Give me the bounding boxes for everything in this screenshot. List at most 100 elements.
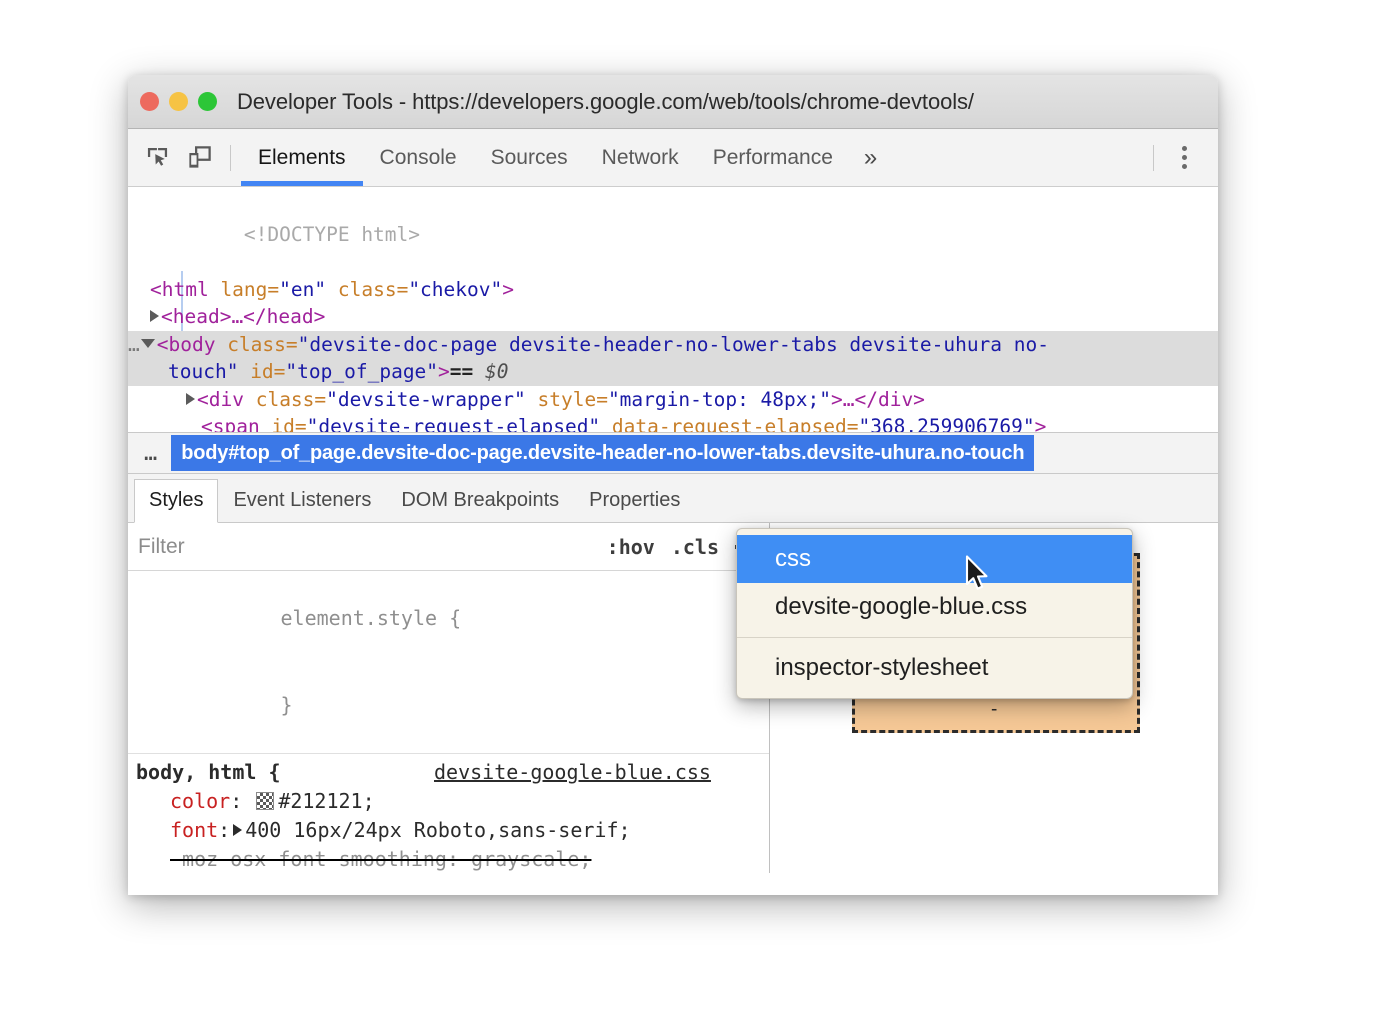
- more-tabs-chevron-icon[interactable]: »: [850, 129, 891, 186]
- css-origin-link[interactable]: devsite-google-blue.css: [434, 758, 711, 787]
- collapse-triangle-icon[interactable]: [141, 339, 155, 348]
- dom-html-attr2: class=: [326, 278, 408, 301]
- dom-span-id-name: id=: [260, 415, 307, 432]
- dom-span-id-val: "devsite-request-elapsed": [307, 415, 601, 432]
- window-controls: [140, 92, 217, 111]
- css-declaration-inactive[interactable]: -moz-osx-font-smoothing: grayscale;: [136, 845, 769, 873]
- toolbar-right-group: [1143, 129, 1218, 186]
- dom-body-id-name: id=: [238, 360, 285, 383]
- sidebar-tabs: Styles Event Listeners DOM Breakpoints P…: [128, 474, 1218, 523]
- css-property-name[interactable]: -moz-osx-font-smoothing: [170, 847, 447, 871]
- menu-item-devsite-google-blue[interactable]: devsite-google-blue.css: [737, 583, 1132, 631]
- dom-body-class-val-1: "devsite-doc-page devsite-header-no-lowe…: [298, 333, 1049, 356]
- breadcrumb: … body#top_of_page.devsite-doc-page.devs…: [128, 432, 1218, 474]
- dom-body-close: >: [438, 360, 450, 383]
- dom-span-close: >: [1035, 415, 1047, 432]
- filter-input[interactable]: Filter: [128, 535, 185, 559]
- css-selector[interactable]: element.style {: [281, 606, 462, 630]
- css-selector-body[interactable]: body: [136, 760, 184, 784]
- expand-triangle-icon[interactable]: [150, 310, 159, 322]
- color-swatch-icon[interactable]: [256, 792, 274, 810]
- dom-body-class-val-2: touch": [168, 360, 238, 383]
- dom-div-class-val: "devsite-wrapper": [326, 388, 526, 411]
- dom-body-class-name: class=: [215, 333, 297, 356]
- close-button[interactable]: [140, 92, 159, 111]
- css-rule-close-brace: }: [136, 662, 769, 749]
- vertical-dots-icon[interactable]: [1164, 138, 1204, 178]
- css-rule-element-style[interactable]: element.style { }: [128, 571, 769, 754]
- css-property-value[interactable]: #212121;: [278, 789, 374, 813]
- tab-network[interactable]: Network: [585, 129, 696, 186]
- tab-performance[interactable]: Performance: [696, 129, 850, 186]
- dom-body-tag: <body: [157, 333, 216, 356]
- dom-row[interactable]: <div class="devsite-wrapper" style="marg…: [128, 386, 1218, 414]
- dom-row[interactable]: <html lang="en" class="chekov">: [128, 276, 1218, 304]
- css-property-name[interactable]: color: [170, 789, 230, 813]
- tab-elements[interactable]: Elements: [241, 129, 363, 186]
- tab-dom-breakpoints[interactable]: DOM Breakpoints: [386, 479, 574, 523]
- dom-html-close: >: [502, 278, 514, 301]
- dom-div-style-val: "margin-top: 48px;": [608, 388, 831, 411]
- minimize-button[interactable]: [169, 92, 188, 111]
- dom-body-dollar: $0: [485, 360, 508, 383]
- dom-span-attr-val: "368.259906769": [858, 415, 1034, 432]
- cls-toggle-button[interactable]: .cls: [671, 535, 719, 559]
- dom-div-tag: <div: [197, 388, 244, 411]
- tab-console[interactable]: Console: [363, 129, 474, 186]
- inspect-cursor-icon[interactable]: [136, 137, 178, 179]
- css-property-value[interactable]: grayscale;: [471, 847, 591, 871]
- window-title: Developer Tools - https://developers.goo…: [237, 89, 974, 115]
- dom-div-rest: >…</div>: [831, 388, 925, 411]
- css-declaration[interactable]: font:400 16px/24px Roboto,sans-serif;: [136, 816, 769, 845]
- dom-html-val2: "chekov": [408, 278, 502, 301]
- dom-span-attr-name: data-request-elapsed=: [600, 415, 858, 432]
- dom-row[interactable]: <head>…</head>: [128, 303, 1218, 331]
- dom-html-tag: <html: [150, 278, 209, 301]
- window-titlebar: Developer Tools - https://developers.goo…: [128, 75, 1218, 129]
- dom-span-tag: <span: [201, 415, 260, 432]
- tab-styles[interactable]: Styles: [134, 479, 218, 523]
- maximize-button[interactable]: [198, 92, 217, 111]
- dom-body-id-val: "top_of_page": [285, 360, 438, 383]
- dom-html-attr1: lang=: [209, 278, 279, 301]
- dom-body-eq: ==: [450, 360, 473, 383]
- panel-tabs: Elements Console Sources Network Perform…: [241, 129, 891, 186]
- expand-triangle-icon[interactable]: [186, 393, 195, 405]
- devtools-window: Developer Tools - https://developers.goo…: [128, 75, 1218, 895]
- css-property-value[interactable]: 400 16px/24px Roboto,sans-serif;: [245, 818, 630, 842]
- css-selector-row[interactable]: body, html { devsite-google-blue.css: [136, 758, 769, 787]
- dom-row[interactable]: <span id="devsite-request-elapsed" data-…: [128, 413, 1218, 432]
- dom-ellipsis[interactable]: …: [128, 333, 141, 356]
- tab-event-listeners[interactable]: Event Listeners: [218, 479, 386, 523]
- device-toolbar-icon[interactable]: [178, 137, 220, 179]
- dom-row[interactable]: <!DOCTYPE html>: [128, 193, 1218, 276]
- dom-tree[interactable]: <!DOCTYPE html> <html lang="en" class="c…: [128, 187, 1218, 432]
- dom-head-line: <head>…</head>: [161, 305, 325, 328]
- breadcrumb-selected-node[interactable]: body#top_of_page.devsite-doc-page.devsit…: [171, 435, 1034, 471]
- tab-sources[interactable]: Sources: [474, 129, 585, 186]
- css-selector-row[interactable]: element.style {: [136, 575, 769, 662]
- expand-shorthand-triangle-icon[interactable]: [233, 824, 242, 836]
- stylesheet-dropdown-menu[interactable]: css devsite-google-blue.css inspector-st…: [736, 528, 1133, 699]
- menu-item-css[interactable]: css: [737, 535, 1132, 583]
- styles-filter-bar: Filter :hov .cls: [128, 523, 769, 571]
- box-model-margin-bottom[interactable]: -: [991, 699, 997, 721]
- toolbar-divider-right: [1153, 145, 1154, 171]
- toolbar-divider: [230, 145, 231, 171]
- css-declaration[interactable]: color: #212121;: [136, 787, 769, 816]
- dom-row-selected[interactable]: … <body class="devsite-doc-page devsite-h…: [128, 331, 1218, 386]
- css-rule-body-html[interactable]: body, html { devsite-google-blue.css colo…: [128, 754, 769, 873]
- menu-divider: [737, 637, 1132, 638]
- css-selector-brace: {: [256, 760, 280, 784]
- styles-pane: Filter :hov .cls element.style { }: [128, 523, 770, 873]
- dom-html-val1: "en": [279, 278, 326, 301]
- devtools-toolbar: Elements Console Sources Network Perform…: [128, 129, 1218, 187]
- css-property-name[interactable]: font: [170, 818, 218, 842]
- hov-toggle-button[interactable]: :hov: [607, 535, 655, 559]
- css-selector-comma: ,: [184, 760, 208, 784]
- css-selector-html[interactable]: html: [208, 760, 256, 784]
- menu-item-inspector-stylesheet[interactable]: inspector-stylesheet: [737, 644, 1132, 692]
- breadcrumb-overflow-ellipsis[interactable]: …: [128, 441, 171, 466]
- tab-properties[interactable]: Properties: [574, 479, 695, 523]
- screenshot-stage: Developer Tools - https://developers.goo…: [0, 0, 1384, 1036]
